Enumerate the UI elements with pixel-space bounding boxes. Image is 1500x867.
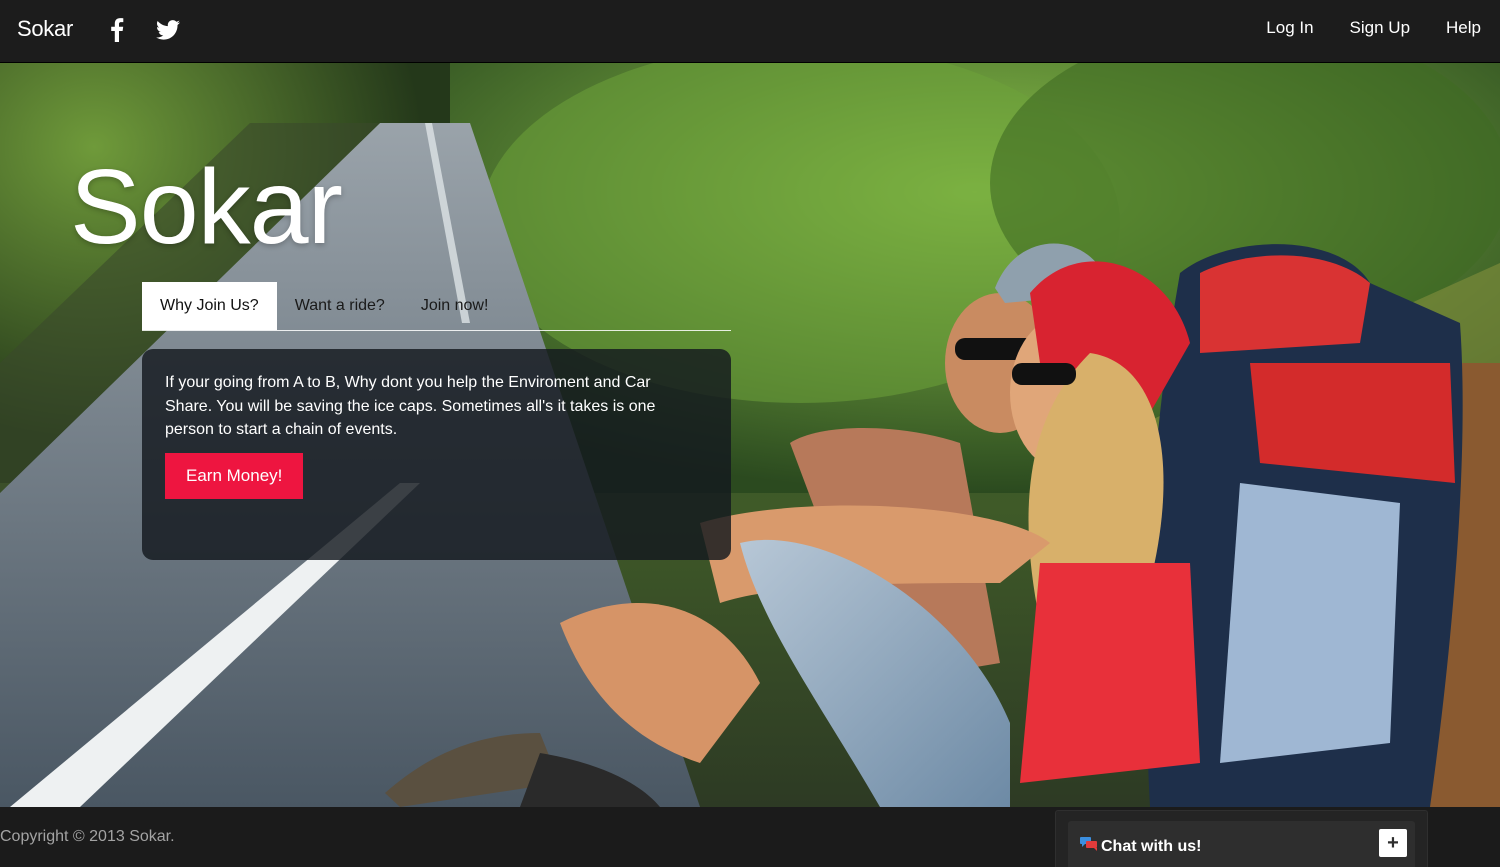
hero-tabs: Why Join Us? Want a ride? Join now!: [142, 282, 731, 331]
account-nav: Log In Sign Up Help: [1266, 18, 1481, 38]
facebook-icon[interactable]: [104, 16, 130, 44]
chat-label: Chat with us!: [1101, 838, 1202, 855]
tab-join-now[interactable]: Join now!: [403, 282, 507, 330]
help-link[interactable]: Help: [1446, 18, 1481, 38]
chat-header[interactable]: Chat with us! +: [1068, 821, 1415, 867]
top-navbar: Sokar Log In Sign Up Help: [0, 0, 1500, 63]
brand-logo-link[interactable]: Sokar: [17, 16, 73, 42]
chat-bubbles-icon: [1080, 837, 1098, 851]
hero-title: Sokar: [70, 148, 343, 266]
footer: Copyright © 2013 Sokar. Chat with us! +: [0, 807, 1500, 867]
tab-content-panel: If your going from A to B, Why dont you …: [142, 349, 731, 560]
tab-want-a-ride[interactable]: Want a ride?: [277, 282, 403, 330]
hero-section: Sokar Why Join Us? Want a ride? Join now…: [0, 63, 1500, 807]
chat-expand-button[interactable]: +: [1379, 829, 1407, 857]
panel-description: If your going from A to B, Why dont you …: [165, 374, 656, 438]
sign-up-link[interactable]: Sign Up: [1350, 18, 1410, 38]
tab-why-join-us[interactable]: Why Join Us?: [142, 282, 277, 330]
copyright-text: Copyright © 2013 Sokar.: [0, 828, 175, 845]
twitter-icon[interactable]: [155, 16, 181, 44]
log-in-link[interactable]: Log In: [1266, 18, 1313, 38]
chat-widget[interactable]: Chat with us! +: [1055, 810, 1428, 867]
earn-money-button[interactable]: Earn Money!: [165, 452, 304, 499]
